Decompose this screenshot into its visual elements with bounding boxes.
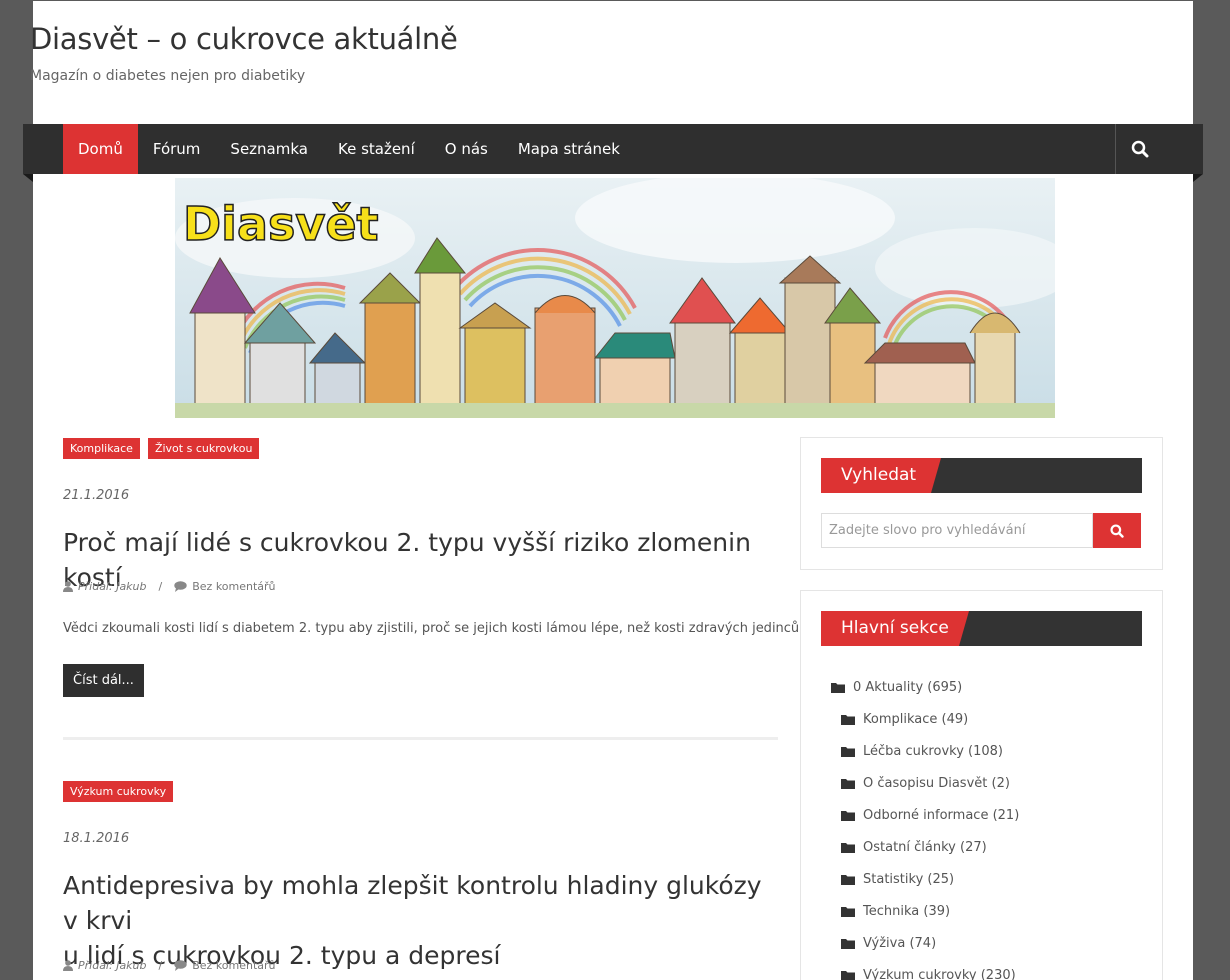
post-title-line: Antidepresiva by mohla zlepšit kontrolu … [63,871,762,935]
folder-icon [841,810,855,821]
folder-icon [841,746,855,757]
nav-item-forum[interactable]: Fórum [138,124,216,174]
user-icon [63,960,73,971]
post-author[interactable]: Přidal: Jakub [78,959,147,972]
folder-icon [841,714,855,725]
category-list: 0 Aktuality (695) Komplikace (49) Léčba … [831,671,1019,980]
post-comments-link[interactable]: Bez komentářů [192,580,275,593]
search-widget: Vyhledat Zadejte slovo pro vyhledávání [800,437,1163,570]
folder-icon [841,970,855,980]
tag-komplikace[interactable]: Komplikace [63,438,140,459]
post-date[interactable]: 18.1.2016 [63,831,129,846]
user-icon [63,581,73,592]
folder-icon [841,778,855,789]
category-item[interactable]: Výzkum cukrovky (230) [831,959,1019,980]
category-item[interactable]: O časopisu Diasvět (2) [831,767,1019,799]
folder-icon [831,682,845,693]
post-excerpt: Vědci zkoumali kosti lidí s diabetem 2. … [63,621,804,636]
categories-widget-title: Hlavní sekce [821,611,969,646]
search-input[interactable]: Zadejte slovo pro vyhledávání [821,513,1093,548]
nav-search-button[interactable] [1115,124,1163,174]
nav-item-ke-stazeni[interactable]: Ke stažení [323,124,430,174]
search-widget-title: Vyhledat [821,458,941,493]
widget-title-bar: Vyhledat [821,458,1142,493]
category-item[interactable]: Technika (39) [831,895,1019,927]
widget-title-bar: Hlavní sekce [821,611,1142,646]
category-item[interactable]: Výživa (74) [831,927,1019,959]
categories-widget: Hlavní sekce 0 Aktuality (695) Komplikac… [800,590,1163,980]
post-divider [63,737,778,740]
post-meta: Přidal: Jakub / Bez komentářů [63,959,276,972]
category-item[interactable]: Ostatní články (27) [831,831,1019,863]
category-item[interactable]: Léčba cukrovky (108) [831,735,1019,767]
header-banner-image[interactable]: Diasvět [175,173,1075,418]
banner-logo-text: Diasvět [183,197,379,251]
folder-icon [841,938,855,949]
category-item[interactable]: 0 Aktuality (695) [831,671,1019,703]
site-description: Magazín o diabetes nejen pro diabetiky [30,68,306,84]
nav-item-domu[interactable]: Domů [63,124,138,174]
nav-item-seznamka[interactable]: Seznamka [215,124,323,174]
category-item[interactable]: Komplikace (49) [831,703,1019,735]
post-comments-link[interactable]: Bez komentářů [192,959,275,972]
comment-icon [174,581,187,592]
folder-icon [841,842,855,853]
nav-item-o-nas[interactable]: O nás [430,124,503,174]
post-meta: Přidal: Jakub / Bez komentářů [63,580,276,593]
folder-icon [841,906,855,917]
read-more-button[interactable]: Číst dál... [63,664,144,697]
search-submit-button[interactable] [1093,513,1141,548]
category-item[interactable]: Odborné informace (21) [831,799,1019,831]
search-icon [1131,140,1148,158]
comment-icon [174,960,187,971]
search-icon [1110,523,1124,538]
folder-icon [841,874,855,885]
post-tags: Komplikace Život s cukrovkou [63,438,260,459]
main-navigation: Domů Fórum Seznamka Ke stažení O nás Map… [23,124,1203,182]
nav-item-mapa-stranek[interactable]: Mapa stránek [503,124,635,174]
tag-vyzkum-cukrovky[interactable]: Výzkum cukrovky [63,781,174,802]
post-title[interactable]: Antidepresiva by mohla zlepšit kontrolu … [63,868,778,973]
tag-zivot-s-cukrovkou[interactable]: Život s cukrovkou [147,438,260,459]
post-author[interactable]: Přidal: Jakub [78,580,147,593]
category-item[interactable]: Statistiky (25) [831,863,1019,895]
site-title[interactable]: Diasvět – o cukrovce aktuálně [30,22,458,56]
post-tags: Výzkum cukrovky [63,781,174,802]
post-date[interactable]: 21.1.2016 [63,488,129,503]
